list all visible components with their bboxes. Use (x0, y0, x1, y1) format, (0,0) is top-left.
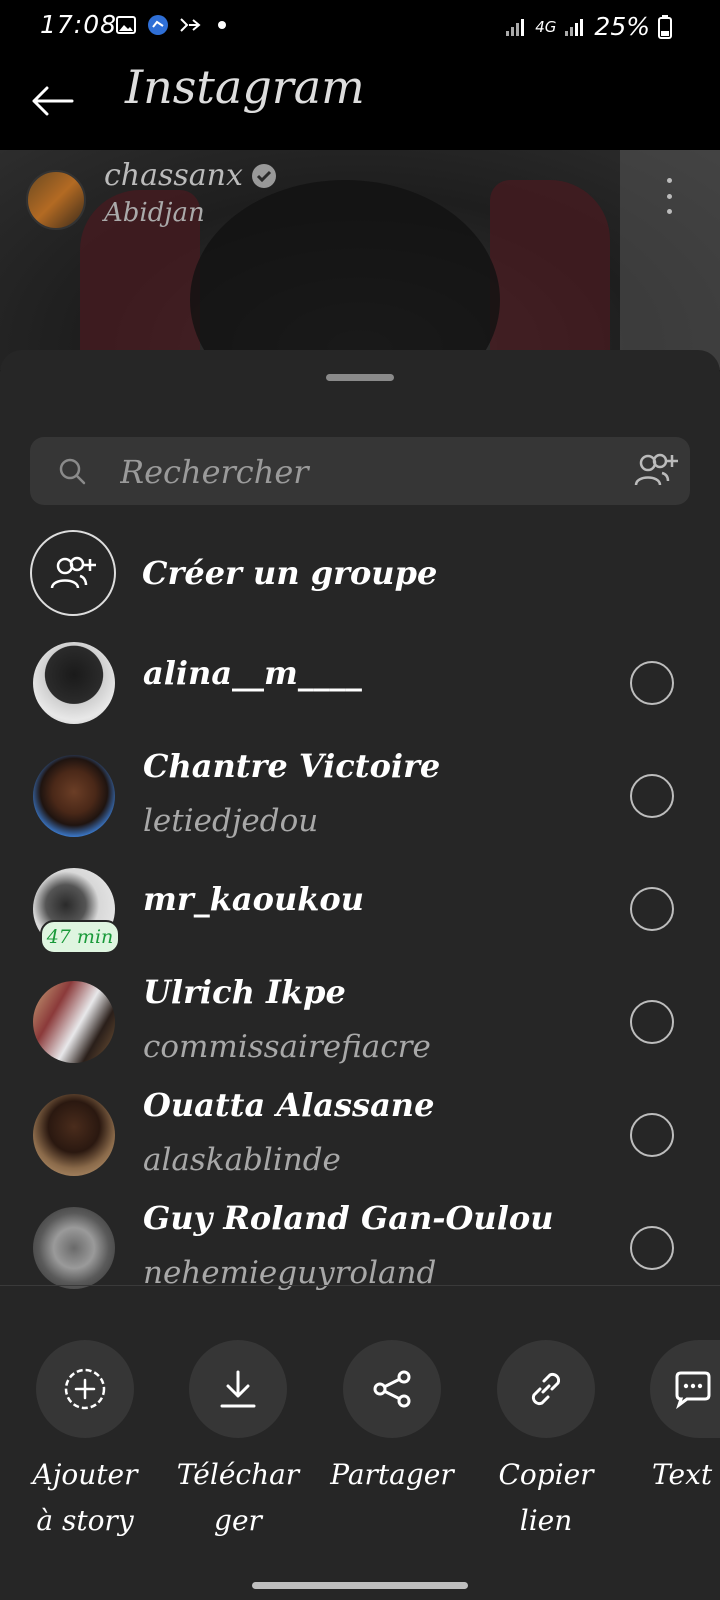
post-username: chassanx (104, 158, 243, 193)
create-group-icon (30, 530, 116, 616)
battery-percent: 25% (594, 12, 650, 41)
drag-handle[interactable] (326, 374, 394, 381)
avatar (33, 1207, 115, 1289)
contact-name: alina__m____ (143, 654, 362, 692)
download-icon (189, 1340, 287, 1438)
signal-icon (565, 18, 584, 36)
app-title: Instagram (125, 60, 365, 114)
select-radio[interactable] (630, 1113, 674, 1157)
contact-name: Ouatta Alassane (143, 1086, 435, 1124)
network-type: 4G (535, 17, 557, 36)
avatar (33, 755, 115, 837)
post-author-avatar[interactable] (26, 170, 86, 230)
create-group-button[interactable]: Créer un groupe (30, 527, 690, 619)
activity-badge: 47 min (40, 920, 120, 954)
create-group-label: Créer un groupe (142, 554, 438, 592)
select-radio[interactable] (630, 1000, 674, 1044)
contact-name: mr_kaoukou (143, 880, 365, 918)
message-icon (650, 1340, 720, 1438)
share-button[interactable]: Partager (322, 1340, 462, 1498)
select-radio[interactable] (630, 661, 674, 705)
more-options-icon[interactable] (664, 178, 674, 214)
contact-name: Guy Roland Gan-Oulou (143, 1199, 554, 1237)
gallery-notification-icon (115, 14, 137, 36)
contact-username: commissairefiacre (143, 1029, 431, 1065)
battery-icon (658, 14, 672, 39)
contact-row[interactable]: Ulrich Ikpe commissairefiacre (0, 969, 720, 1082)
contact-row[interactable]: Ouatta Alassane alaskablinde (0, 1082, 720, 1195)
verified-badge-icon (251, 163, 276, 188)
link-icon (497, 1340, 595, 1438)
text-message-button[interactable]: Text (630, 1340, 720, 1498)
avatar (33, 642, 115, 724)
post-author[interactable]: chassanx (104, 158, 277, 193)
contact-row[interactable]: 47 min mr_kaoukou (0, 856, 720, 969)
post-location[interactable]: Abidjan (104, 198, 205, 228)
share-icon (343, 1340, 441, 1438)
avatar (33, 981, 115, 1063)
action-label: Téléchar ger (176, 1458, 300, 1537)
back-button[interactable] (28, 77, 76, 125)
share-sheet: Créer un groupe alina__m____ Chantre Vic… (0, 350, 720, 1600)
status-bar: 17:08 4G 25% (0, 0, 720, 52)
action-label: Partager (330, 1458, 454, 1491)
nfc-notification-icon (179, 14, 201, 36)
search-icon (59, 458, 86, 485)
arrow-left-icon (32, 86, 74, 116)
contact-row[interactable]: alina__m____ (0, 630, 720, 743)
contact-row[interactable]: Chantre Victoire letiedjedou (0, 743, 720, 856)
copy-link-button[interactable]: Copier lien (476, 1340, 616, 1544)
search-bar (30, 437, 690, 507)
action-label: Copier lien (498, 1458, 594, 1537)
contact-list: alina__m____ Chantre Victoire letiedjedo… (0, 630, 720, 1308)
select-radio[interactable] (630, 1226, 674, 1270)
post-header: chassanx Abidjan (0, 150, 720, 250)
status-time: 17:08 (40, 10, 118, 39)
contact-username: letiedjedou (143, 803, 319, 839)
status-right: 4G 25% (505, 12, 672, 41)
home-indicator[interactable] (252, 1582, 468, 1589)
contact-name: Chantre Victoire (143, 747, 441, 785)
contact-name: Ulrich Ikpe (143, 973, 346, 1011)
search-input[interactable] (118, 437, 602, 507)
select-radio[interactable] (630, 887, 674, 931)
action-label: Text (652, 1458, 713, 1491)
add-people-icon[interactable] (634, 451, 678, 491)
action-label: Ajouter à story (32, 1458, 138, 1537)
add-story-icon (36, 1340, 134, 1438)
status-notification-icons (115, 14, 233, 36)
select-radio[interactable] (630, 774, 674, 818)
share-actions: Ajouter à story Téléchar ger Partager Copi… (0, 1340, 720, 1550)
download-button[interactable]: Téléchar ger (168, 1340, 308, 1544)
divider (0, 1285, 720, 1286)
app-notification-icon (147, 14, 169, 36)
add-to-story-button[interactable]: Ajouter à story (15, 1340, 155, 1544)
avatar (33, 1094, 115, 1176)
dot-notification-icon (211, 14, 233, 36)
app-bar: Instagram (0, 52, 720, 150)
contact-username: alaskablinde (143, 1142, 341, 1178)
contact-row[interactable]: Guy Roland Gan-Oulou nehemieguyroland (0, 1195, 720, 1308)
signal-icon (506, 18, 525, 36)
